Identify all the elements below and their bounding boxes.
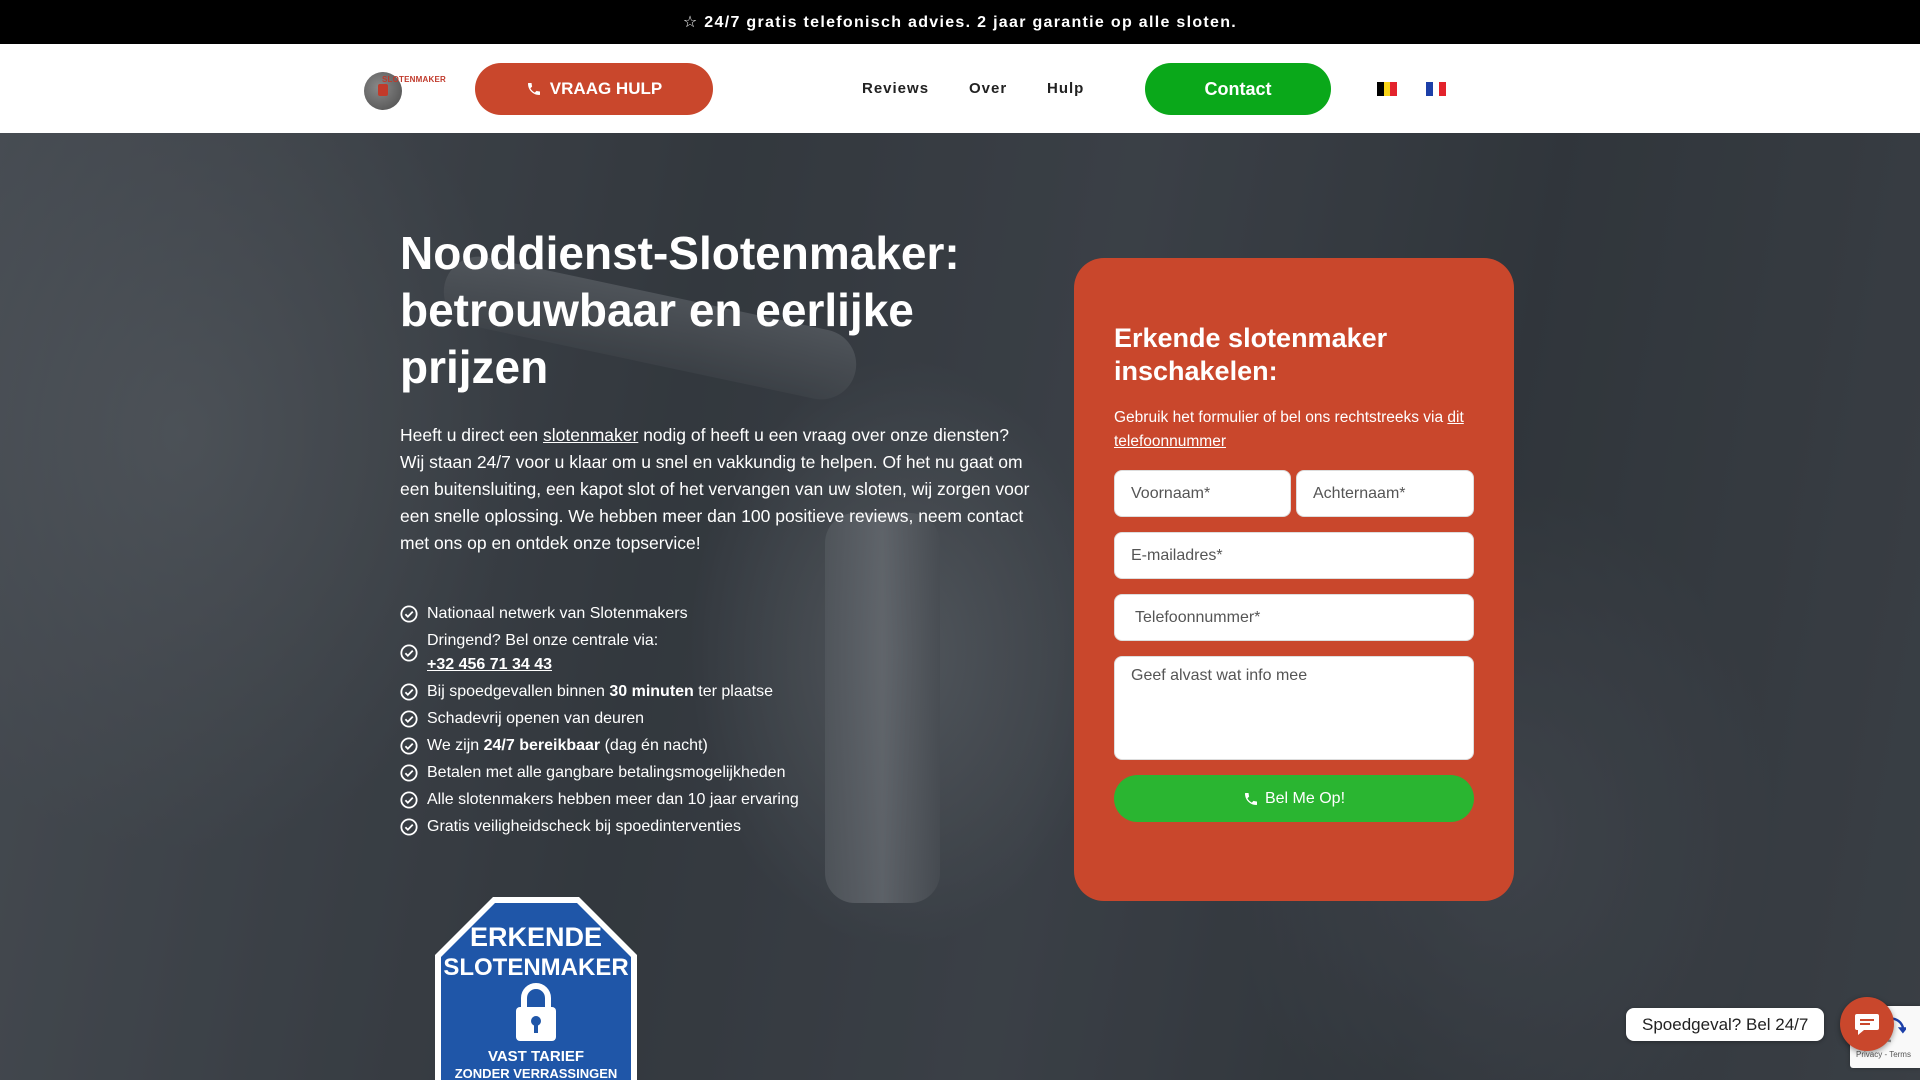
nl-be-flag-icon[interactable] [1377,82,1398,96]
help-button[interactable]: VRAAG HULP [475,63,713,115]
form-title: Erkende slotenmaker inschakelen: [1114,323,1388,386]
contact-button[interactable]: Contact [1145,63,1331,115]
badge-line2: SLOTENMAKER [443,954,628,981]
erkende-slotenmaker-badge: ERKENDE SLOTENMAKER VAST TARIEF ZONDER V… [435,897,637,1080]
fr-flag-icon[interactable] [1426,82,1447,96]
emergency-chat-label[interactable]: Spoedgeval? Bel 24/7 [1626,1008,1825,1041]
contact-button-label: Contact [1204,78,1272,99]
site-logo[interactable]: SLOTENMAKER [364,70,446,110]
feature-text-bold: 30 minuten [609,683,694,700]
message-textarea[interactable]: Geef alvast wat info mee [1114,656,1474,760]
feature-item: Alle slotenmakers hebben meer dan 10 jaa… [400,788,960,812]
feature-item: Bij spoedgevallen binnen 30 minuten ter … [400,680,960,704]
feature-text-bold: 24/7 bereikbaar [483,737,601,754]
firstname-placeholder: Voornaam* [1131,484,1211,502]
lastname-field[interactable]: Achternaam* [1296,470,1474,517]
form-subtitle-text: Gebruik het formulier of bel ons rechtst… [1114,409,1448,426]
firstname-field[interactable]: Voornaam* [1114,470,1291,517]
help-button-label: VRAAG HULP [549,79,663,98]
feature-text: Bij spoedgevallen binnen [427,683,610,700]
badge-line4: ZONDER VERRASSINGEN [455,1066,618,1080]
feature-text: Nationaal netwerk van Slotenmakers [427,605,688,622]
feature-text: Betalen met alle gangbare betalingsmogel… [427,764,786,781]
phone-icon [1244,792,1257,805]
phone-placeholder: Telefoonnummer* [1135,608,1261,626]
feature-text: Schadevrij openen van deuren [427,710,645,727]
badge-line1: ERKENDE [470,922,602,952]
phone-ring-icon [527,83,540,95]
contact-form-card: Erkende slotenmaker inschakelen: Gebruik… [1074,258,1514,901]
check-circle-icon [400,683,418,701]
message-placeholder: Geef alvast wat info mee [1131,667,1308,684]
nav-hulp[interactable]: Hulp [1047,80,1084,97]
site-header: SLOTENMAKER VRAAG HULP Reviews Over Hulp… [0,44,1920,133]
phone-field[interactable]: Telefoonnummer* [1114,594,1474,641]
check-circle-icon [400,644,418,662]
check-circle-icon [400,737,418,755]
feature-item: Dringend? Bel onze centrale via: +32 456 … [400,629,960,677]
feature-text: (dag én nacht) [600,737,708,754]
feature-text: Gratis veiligheidscheck bij spoedinterve… [427,818,741,835]
feature-item: Betalen met alle gangbare betalingsmogel… [400,761,960,785]
feature-item: Nationaal netwerk van Slotenmakers [400,602,960,626]
check-circle-icon [400,764,418,782]
feature-text: ter plaatse [693,683,773,700]
call-me-label: Bel Me Op! [1264,789,1346,807]
feature-text: We zijn [427,737,484,754]
feature-item: Schadevrij openen van deuren [400,707,960,731]
nav-reviews[interactable]: Reviews [862,80,929,97]
announcement-bar: ☆ 24/7 gratis telefonisch advies. 2 jaar… [0,0,1920,44]
hero-intro: Heeft u direct een slotenmaker nodig of … [400,422,1032,557]
hero-intro-text: Heeft u direct een [400,425,543,445]
check-circle-icon [400,710,418,728]
hero-title: Nooddienst-Slotenmaker: betrouwbaar en e… [400,227,960,393]
check-circle-icon [400,818,418,836]
feature-list: Nationaal netwerk van Slotenmakers Dring… [400,602,960,842]
chat-button[interactable] [1840,997,1894,1051]
logo-text: SLOTENMAKER [382,75,446,84]
badge-line3: VAST TARIEF [488,1048,584,1065]
check-circle-icon [400,605,418,623]
recaptcha-terms: Privacy - Terms [1856,1050,1911,1059]
feature-item: We zijn 24/7 bereikbaar (dag én nacht) [400,734,960,758]
check-circle-icon [400,791,418,809]
feature-text: Dringend? Bel onze centrale via: [427,632,659,649]
announcement-text: ☆ 24/7 gratis telefonisch advies. 2 jaar… [682,14,1238,31]
form-subtitle: Gebruik het formulier of bel ons rechtst… [1114,406,1494,454]
feature-item: Gratis veiligheidscheck bij spoedinterve… [400,815,960,839]
lastname-placeholder: Achternaam* [1313,484,1406,502]
email-placeholder: E-mailadres* [1131,546,1223,564]
call-me-button[interactable]: Bel Me Op! [1114,775,1474,822]
email-field[interactable]: E-mailadres* [1114,532,1474,579]
slotenmaker-link[interactable]: slotenmaker [543,425,638,445]
emergency-chat-text: Spoedgeval? Bel 24/7 [1642,1014,1809,1034]
chat-bubble-icon [1855,1014,1879,1035]
nav-over[interactable]: Over [969,80,1007,97]
feature-text: Alle slotenmakers hebben meer dan 10 jaa… [427,791,799,808]
phone-link[interactable]: +32 456 71 34 43 [427,656,552,673]
